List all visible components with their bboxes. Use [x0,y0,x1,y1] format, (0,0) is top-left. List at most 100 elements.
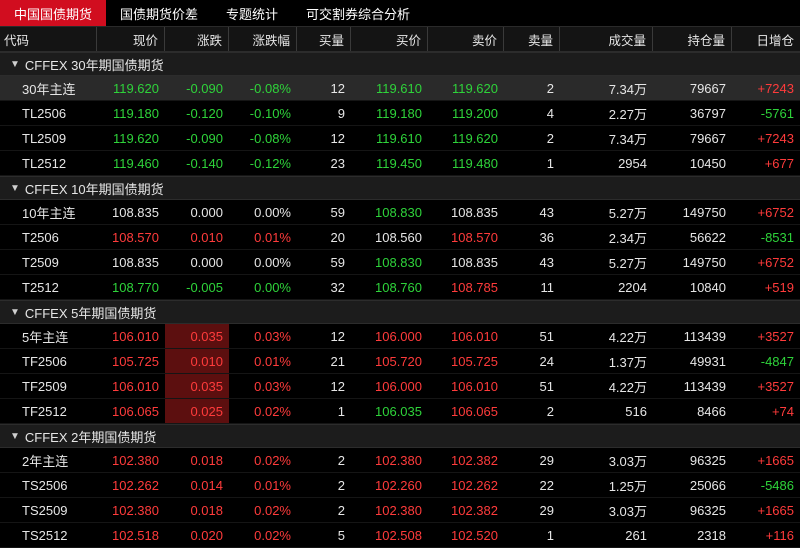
col-bid-price[interactable]: 买价 [351,27,428,51]
cell-price: 119.180 [112,105,159,121]
cell-open-interest: 2318 [697,527,726,543]
cell-ask-volume: 2 [546,80,554,96]
table-row[interactable]: TS2512 102.518 0.020 0.02% 5 102.508 102.520 1 2… [0,523,800,548]
cell-code: TL2509 [22,130,67,146]
cell-change: 0.035 [165,324,229,348]
cell-ask-volume: 1 [546,527,554,543]
table-row[interactable]: TF2506 105.725 0.010 0.01% 21 105.720 105.725 2… [0,349,800,374]
table-row[interactable]: TL2509 119.620 -0.090 -0.08% 12 119.610 119.62… [0,126,800,151]
cell-volume: 4.22万 [608,379,647,395]
table-row[interactable]: T2506 108.570 0.010 0.01% 20 108.560 108.570 36… [0,225,800,250]
col-ask-price[interactable]: 卖价 [428,27,504,51]
cell-code: TL2512 [22,155,67,171]
cell-code: TS2506 [22,477,68,493]
cell-open-interest: 36797 [689,105,726,121]
cell-bid-price: 102.508 [375,527,422,543]
cell-bid-price: 119.450 [375,155,422,171]
cell-change-pct: 0.02% [254,403,291,419]
cell-change-pct: 0.02% [254,452,291,468]
tab-topic-stats[interactable]: 专题统计 [212,0,292,26]
col-change[interactable]: 涨跌 [165,27,229,51]
table-header: 代码 现价 涨跌 涨跌幅 买量 买价 卖价 卖量 成交量 持仓量 日增仓 [0,27,800,52]
col-daily-oi-change[interactable]: 日增仓 [732,27,800,51]
cell-price: 106.010 [112,378,159,394]
collapse-caret-icon[interactable]: ▼ [10,431,20,442]
cell-change-pct: -0.08% [249,80,291,96]
table-row[interactable]: T2509 108.835 0.000 0.00% 59 108.830 108.835 43… [0,250,800,275]
cell-bid-price: 106.035 [375,403,422,419]
cell-ask-price: 102.520 [451,527,498,543]
cell-bid-price: 108.830 [375,254,422,270]
cell-change-pct: 0.02% [254,527,291,543]
cell-price: 108.835 [112,254,159,270]
col-bid-volume[interactable]: 买量 [297,27,351,51]
cell-open-interest: 49931 [689,353,726,369]
col-ask-volume[interactable]: 卖量 [504,27,560,51]
cell-change: -0.090 [186,80,223,96]
cell-change: 0.010 [190,229,223,245]
collapse-caret-icon[interactable]: ▼ [10,59,20,70]
cell-code: 2年主连 [22,453,69,469]
group-header[interactable]: ▼ CFFEX 30年期国债期货 [0,52,800,76]
cell-change: 0.014 [190,477,223,493]
tab-deliverable-analysis[interactable]: 可交割券综合分析 [292,0,424,26]
cell-volume: 1.37万 [608,354,647,370]
cell-code: TF2512 [22,403,67,419]
cell-bid-volume: 2 [337,502,345,518]
table-row[interactable]: 5年主连 106.010 0.035 0.03% 12 106.000 106.010 51 4… [0,324,800,349]
cell-change-pct: 0.00% [254,204,291,220]
cell-daily-oi-change: +7243 [757,80,794,96]
cell-bid-volume: 12 [330,378,345,394]
group-header[interactable]: ▼ CFFEX 5年期国债期货 [0,300,800,324]
table-row[interactable]: 30年主连 119.620 -0.090 -0.08% 12 119.610 119.620… [0,76,800,101]
col-volume[interactable]: 成交量 [560,27,653,51]
cell-ask-price: 102.382 [451,502,498,518]
cell-code: TF2509 [22,378,67,394]
cell-code: T2509 [22,254,59,270]
cell-bid-price: 102.260 [375,477,422,493]
cell-change-pct: -0.12% [249,155,291,171]
cell-volume: 2.27万 [608,106,647,122]
cell-open-interest: 8466 [697,403,726,419]
cell-price: 106.065 [112,403,159,419]
table-row[interactable]: TS2506 102.262 0.014 0.01% 2 102.260 102.262 22… [0,473,800,498]
cell-code: TL2506 [22,105,67,121]
cell-ask-volume: 2 [546,130,554,146]
cell-ask-price: 108.835 [451,204,498,220]
table-row[interactable]: 2年主连 102.380 0.018 0.02% 2 102.380 102.382 29 3.… [0,448,800,473]
cell-code: 10年主连 [22,205,76,221]
table-row[interactable]: TL2512 119.460 -0.140 -0.12% 23 119.450 119.48… [0,151,800,176]
col-price[interactable]: 现价 [97,27,165,51]
cell-bid-volume: 2 [337,477,345,493]
group-header[interactable]: ▼ CFFEX 2年期国债期货 [0,424,800,448]
table-row[interactable]: TL2506 119.180 -0.120 -0.10% 9 119.180 119.200… [0,101,800,126]
cell-ask-price: 102.382 [451,452,498,468]
cell-change: 0.018 [190,452,223,468]
table-row[interactable]: TF2509 106.010 0.035 0.03% 12 106.000 106.010 5… [0,374,800,399]
cell-ask-price: 119.620 [451,130,498,146]
cell-volume: 7.34万 [608,81,647,97]
cell-change-pct: 0.00% [254,279,291,295]
col-change-pct[interactable]: 涨跌幅 [229,27,297,51]
table-row[interactable]: T2512 108.770 -0.005 0.00% 32 108.760 108.785 1… [0,275,800,300]
cell-change: 0.018 [190,502,223,518]
col-code[interactable]: 代码 [0,27,97,51]
cell-change-pct: 0.01% [254,353,291,369]
table-row[interactable]: 10年主连 108.835 0.000 0.00% 59 108.830 108.835 43… [0,200,800,225]
group-header[interactable]: ▼ CFFEX 10年期国债期货 [0,176,800,200]
cell-bid-price: 119.610 [375,80,422,96]
cell-ask-volume: 43 [539,254,554,270]
collapse-caret-icon[interactable]: ▼ [10,183,20,194]
cell-price: 108.770 [112,279,159,295]
tab-cn-bond-futures[interactable]: 中国国债期货 [0,0,107,26]
table-row[interactable]: TS2509 102.380 0.018 0.02% 2 102.380 102.382 29… [0,498,800,523]
cell-code: T2512 [22,279,59,295]
tab-bond-futures-spread[interactable]: 国债期货价差 [106,0,212,26]
collapse-caret-icon[interactable]: ▼ [10,307,20,318]
table-row[interactable]: TF2512 106.065 0.025 0.02% 1 106.035 106.065 2 5… [0,399,800,424]
col-open-interest[interactable]: 持仓量 [653,27,732,51]
cell-volume: 3.03万 [608,503,647,519]
cell-open-interest: 149750 [682,254,726,270]
cell-price: 108.570 [112,229,159,245]
cell-change-pct: 0.03% [254,378,291,394]
